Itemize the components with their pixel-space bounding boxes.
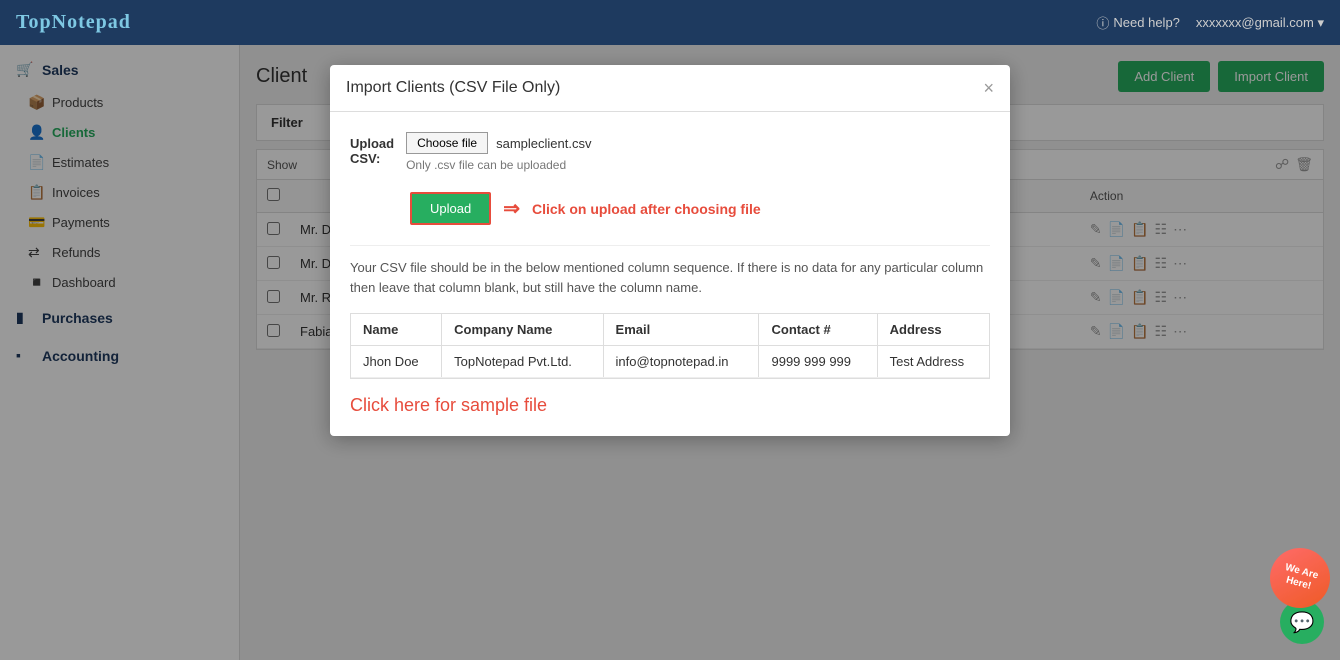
csv-sample-cell: Jhon Doe: [351, 346, 442, 378]
csv-col-header: Contact #: [759, 314, 877, 346]
logo-top: Top: [16, 11, 52, 33]
dropdown-icon: ▾: [1317, 15, 1324, 30]
csv-col-header: Company Name: [442, 314, 603, 346]
csv-sample-cell: Test Address: [877, 346, 989, 378]
user-email: xxxxxxx@gmail.com: [1196, 15, 1314, 30]
modal-header: Import Clients (CSV File Only) ×: [330, 65, 1010, 112]
upload-instruction: Click on upload after choosing file: [532, 201, 761, 217]
csv-sample-cell: TopNotepad Pvt.Ltd.: [442, 346, 603, 378]
topbar-right: ⓘ Need help? xxxxxxx@gmail.com ▾: [1096, 13, 1324, 32]
file-name-display: sampleclient.csv: [496, 136, 591, 151]
modal-overlay[interactable]: Import Clients (CSV File Only) × UploadC…: [0, 45, 1340, 660]
csv-table-container: NameCompany NameEmailContact #Address Jh…: [350, 313, 990, 379]
user-menu[interactable]: xxxxxxx@gmail.com ▾: [1196, 15, 1324, 31]
upload-csv-label: UploadCSV:: [350, 132, 394, 166]
chat-icon: 💬: [1290, 610, 1315, 635]
upload-file-row: Choose file sampleclient.csv: [406, 132, 591, 154]
import-modal: Import Clients (CSV File Only) × UploadC…: [330, 65, 1010, 436]
upload-button[interactable]: Upload: [410, 192, 491, 225]
chat-widget: We Are Here! 💬: [1280, 600, 1324, 644]
upload-hint: Only .csv file can be uploaded: [406, 158, 591, 172]
divider: [350, 245, 990, 246]
sample-file-link[interactable]: Click here for sample file: [350, 395, 547, 415]
csv-col-header: Name: [351, 314, 442, 346]
modal-title: Import Clients (CSV File Only): [346, 79, 560, 97]
csv-sample-cell: info@topnotepad.in: [603, 346, 759, 378]
csv-description: Your CSV file should be in the below men…: [350, 258, 990, 297]
help-link[interactable]: ⓘ Need help?: [1096, 13, 1180, 32]
csv-col-header: Email: [603, 314, 759, 346]
upload-row: UploadCSV: Choose file sampleclient.csv …: [350, 132, 990, 172]
app-logo: TopNotepad: [16, 11, 131, 34]
choose-file-button[interactable]: Choose file: [406, 132, 488, 154]
logo-notepad: Notepad: [52, 11, 131, 33]
topbar: TopNotepad ⓘ Need help? xxxxxxx@gmail.co…: [0, 0, 1340, 45]
modal-body: UploadCSV: Choose file sampleclient.csv …: [330, 112, 1010, 436]
help-icon: ⓘ: [1096, 13, 1109, 32]
upload-action-row: Upload ⇒ Click on upload after choosing …: [350, 192, 990, 225]
modal-close-button[interactable]: ×: [983, 79, 994, 97]
help-label: Need help?: [1113, 15, 1180, 30]
csv-sample-cell: 9999 999 999: [759, 346, 877, 378]
csv-col-header: Address: [877, 314, 989, 346]
csv-format-table: NameCompany NameEmailContact #Address Jh…: [351, 314, 989, 378]
arrow-icon: ⇒: [503, 196, 520, 221]
upload-controls: Choose file sampleclient.csv Only .csv f…: [406, 132, 591, 172]
